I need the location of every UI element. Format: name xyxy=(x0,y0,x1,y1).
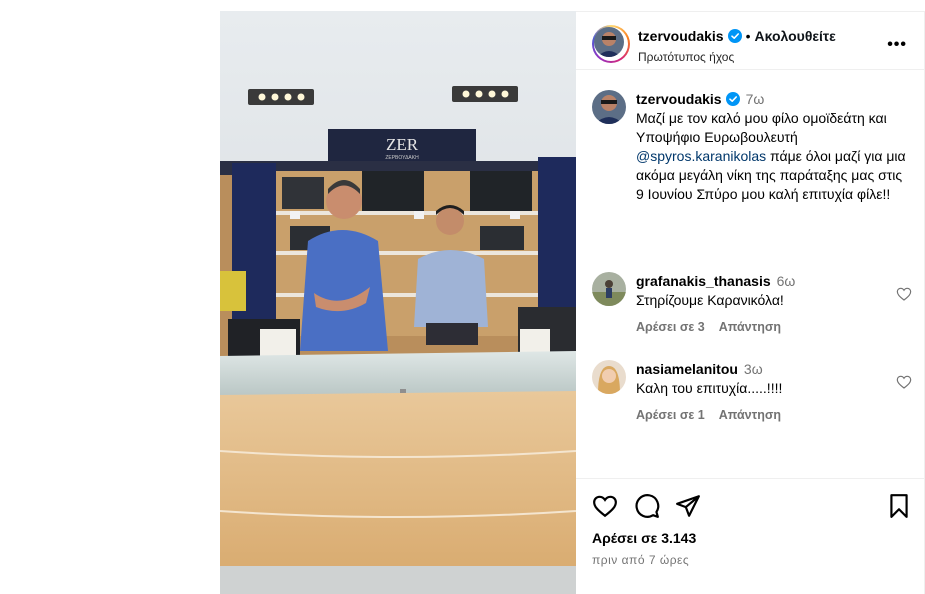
comment-time[interactable]: 3ω xyxy=(744,361,763,377)
comment-bubble-icon[interactable] xyxy=(634,493,660,519)
post-video[interactable]: ZER ΖΕΡΒΟΥΔΑΚΗ xyxy=(220,11,576,594)
reply-button[interactable]: Απάντηση xyxy=(719,408,781,422)
original-audio-link[interactable]: Πρωτότυπος ήχος xyxy=(638,50,734,64)
post-actions-bar: Αρέσει σε 3.143 πριν από 7 ώρες xyxy=(576,478,925,594)
share-paper-plane-icon[interactable] xyxy=(675,493,701,519)
author-avatar-ring[interactable] xyxy=(592,25,630,63)
caption-author-avatar[interactable] xyxy=(592,90,626,124)
verified-badge-icon xyxy=(727,29,742,43)
post-timestamp[interactable]: πριν από 7 ώρες xyxy=(592,553,689,567)
video-frame: ZER ΖΕΡΒΟΥΔΑΚΗ xyxy=(220,11,576,594)
comments-section: tzervoudakis 7ω Μαζί με τον καλό μου φίλο… xyxy=(576,70,925,478)
author-username[interactable]: tzervoudakis xyxy=(638,28,724,44)
caption-text: Μαζί με τον καλό μου φίλο ομοϊδεάτη και … xyxy=(636,110,887,145)
commenter-avatar[interactable] xyxy=(592,360,626,394)
caption-time[interactable]: 7ω xyxy=(746,91,765,107)
post-header: tzervoudakis • Ακολουθείτε Πρωτότυπος ήχ… xyxy=(576,12,925,70)
following-button[interactable]: Ακολουθείτε xyxy=(755,28,836,44)
like-heart-icon[interactable] xyxy=(592,493,618,519)
reply-button[interactable]: Απάντηση xyxy=(719,320,781,334)
separator-dot: • xyxy=(745,28,751,44)
store-sign: ZER xyxy=(386,135,419,154)
post-details-panel: tzervoudakis • Ακολουθείτε Πρωτότυπος ήχ… xyxy=(576,11,925,594)
instagram-post-view: ZER ΖΕΡΒΟΥΔΑΚΗ tzervoudakis • Ακολουθείτ… xyxy=(0,0,925,594)
store-sign-sub: ΖΕΡΒΟΥΔΑΚΗ xyxy=(385,155,419,161)
verified-badge-icon xyxy=(725,92,740,106)
author-avatar[interactable] xyxy=(594,27,624,57)
commenter-username[interactable]: grafanakis_thanasis xyxy=(636,273,771,289)
caption-username[interactable]: tzervoudakis xyxy=(636,91,722,107)
comment-text: Καλη του επιτυχία.....!!!! xyxy=(636,380,783,396)
comment-text: Στηρίζουμε Καρανικόλα! xyxy=(636,292,784,308)
like-comment-heart-icon[interactable] xyxy=(896,286,912,302)
comment-likes-count[interactable]: Αρέσει σε 1 xyxy=(636,408,705,422)
likes-count[interactable]: Αρέσει σε 3.143 xyxy=(592,530,696,546)
save-bookmark-icon[interactable] xyxy=(886,493,912,519)
comment-likes-count[interactable]: Αρέσει σε 3 xyxy=(636,320,705,334)
caption-mention-link[interactable]: @spyros.karanikolas xyxy=(636,148,766,164)
commenter-username[interactable]: nasiamelanitou xyxy=(636,361,738,377)
comment-time[interactable]: 6ω xyxy=(777,273,796,289)
commenter-avatar[interactable] xyxy=(592,272,626,306)
like-comment-heart-icon[interactable] xyxy=(896,374,912,390)
more-options-icon[interactable]: ••• xyxy=(887,36,907,54)
